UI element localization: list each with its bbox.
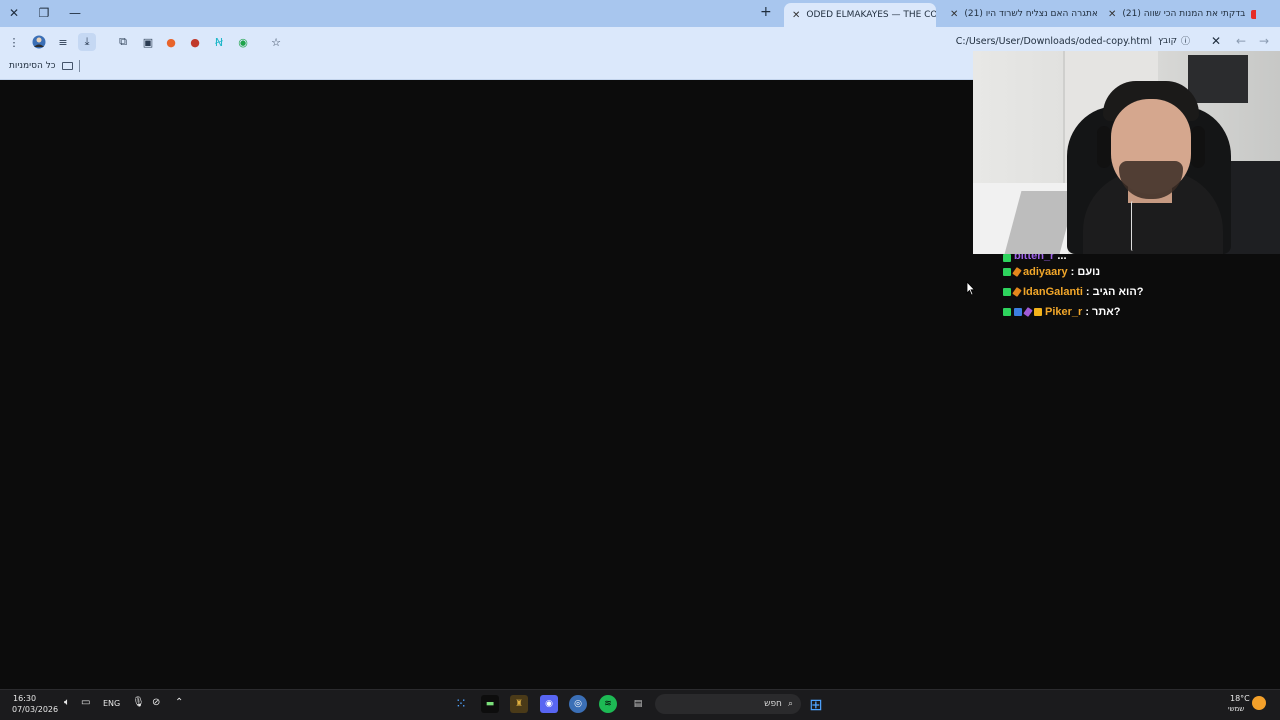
- gift-badge-icon: [1034, 308, 1042, 316]
- mouse-cursor-icon: [966, 281, 976, 296]
- minimize-window-icon[interactable]: —: [65, 4, 85, 22]
- menu-dots-icon[interactable]: ⋮: [5, 33, 23, 51]
- spotify-icon[interactable]: ≋: [599, 695, 617, 713]
- search-placeholder: חפש: [764, 699, 782, 709]
- extensions-icon[interactable]: ⧉: [114, 33, 132, 51]
- all-bookmarks-label: כל הסימניות: [9, 61, 56, 71]
- chat-overlay: bitten_r ... adiyaary : נועם IdanGalanti…: [1003, 254, 1273, 322]
- headphone-cable: [1131, 201, 1135, 251]
- tab-title: (21) אתגרה האם נצליח לשרוד היו: [964, 9, 1097, 19]
- close-tab-icon[interactable]: ✕: [950, 9, 958, 20]
- forward-arrow-icon[interactable]: →: [1259, 34, 1269, 48]
- sword-badge-icon: [1012, 267, 1022, 277]
- arrow-badge-icon: [1014, 308, 1022, 316]
- discord-icon[interactable]: ◉: [540, 695, 558, 713]
- file-explorer-icon[interactable]: ▤: [629, 695, 647, 713]
- chat-username: bitten_r: [1014, 254, 1055, 262]
- chat-message-text: : הוא הגיב?: [1085, 286, 1144, 298]
- weather-sun-icon[interactable]: [1252, 696, 1266, 710]
- youtube-icon: [1251, 9, 1256, 19]
- bookmark-star-icon[interactable]: ☆: [267, 33, 285, 51]
- tab-active[interactable]: ✕ ODED ELMAKAYES — THE COPY: [784, 3, 936, 27]
- address-bar-url[interactable]: C:/Users/User/Downloads/oded-copy.html: [956, 36, 1152, 47]
- headphone-left: [1097, 126, 1111, 168]
- volume-icon[interactable]: 🔈︎: [64, 697, 70, 708]
- chrome-icon[interactable]: ◎: [569, 695, 587, 713]
- all-bookmarks-button[interactable]: כל הסימניות: [9, 61, 73, 71]
- weather-description[interactable]: שמשי: [1228, 705, 1244, 713]
- extension-translate-icon[interactable]: Ꞥ: [210, 33, 228, 51]
- weather-temperature[interactable]: 18°C: [1230, 694, 1250, 703]
- folder-icon: [61, 62, 73, 70]
- chat-message-text: ...: [1057, 254, 1067, 262]
- chat-message-text: : אתר?: [1085, 306, 1121, 318]
- restore-window-icon[interactable]: ❐: [34, 4, 54, 22]
- back-arrow-icon[interactable]: ←: [1236, 34, 1246, 48]
- extension-avatar-icon[interactable]: ●: [186, 33, 204, 51]
- microphone-icon[interactable]: 🎙︎: [132, 697, 145, 708]
- chat-message: Piker_r : אתר?: [1003, 302, 1273, 322]
- camera-off-icon[interactable]: ⊘: [152, 697, 160, 708]
- network-icon[interactable]: ▭: [81, 697, 90, 708]
- clock-time[interactable]: 16:30: [13, 694, 36, 703]
- tray-chevron-icon[interactable]: ⌃: [175, 697, 183, 708]
- tab-2[interactable]: ✕ (21) אתגרה האם נצליח לשרוד היו: [942, 3, 1097, 25]
- new-tab-icon[interactable]: +: [760, 4, 772, 20]
- tab-title: ODED ELMAKAYES — THE COPY: [806, 10, 936, 20]
- sword-badge-icon: [1023, 307, 1033, 317]
- webcam-overlay: [973, 51, 1280, 254]
- chat-message-text: : נועם: [1070, 266, 1101, 278]
- file-chip-label: קובץ: [1158, 35, 1177, 46]
- profile-avatar-icon[interactable]: [30, 33, 48, 51]
- taskbar-search[interactable]: חפש ⌕: [655, 694, 801, 714]
- subscriber-badge-icon: [1003, 268, 1011, 276]
- terminal-app-icon[interactable]: ▬: [481, 695, 499, 713]
- tab-title: (21) בדקתי את המנות הכי שווה: [1122, 9, 1246, 19]
- app-grid-icon[interactable]: ⁙: [452, 695, 470, 713]
- chat-username: IdanGalanti: [1023, 286, 1083, 298]
- chat-username: Piker_r: [1045, 306, 1083, 318]
- stop-icon[interactable]: ✕: [1211, 34, 1221, 48]
- chat-username: adiyaary: [1023, 266, 1068, 278]
- language-indicator[interactable]: ENG: [103, 699, 120, 708]
- clock-date[interactable]: 07/03/2026: [12, 705, 58, 714]
- chat-message: adiyaary : נועם: [1003, 262, 1273, 282]
- reading-list-icon[interactable]: ≡: [54, 33, 72, 51]
- headphone-right: [1191, 126, 1205, 168]
- sword-badge-icon: [1012, 287, 1022, 297]
- download-icon[interactable]: ⤓: [78, 33, 96, 51]
- webcam-shelf: [1223, 161, 1280, 254]
- app-trophy-icon[interactable]: ♜: [510, 695, 528, 713]
- badge-icon: [1003, 254, 1011, 262]
- close-window-icon[interactable]: ✕: [4, 4, 24, 22]
- info-icon: ⓘ: [1180, 37, 1190, 47]
- close-tab-icon[interactable]: ✕: [792, 10, 800, 21]
- chat-message-partial: bitten_r ...: [1003, 254, 1273, 262]
- windows-start-icon[interactable]: ⊞: [807, 695, 825, 714]
- extension-orange-icon[interactable]: ●: [162, 33, 180, 51]
- chat-message: IdanGalanti : הוא הגיב?: [1003, 282, 1273, 302]
- grammarly-icon[interactable]: ◉: [234, 33, 252, 51]
- search-icon: ⌕: [787, 699, 793, 709]
- bookmarks-divider: [79, 60, 80, 72]
- close-tab-icon[interactable]: ✕: [1108, 9, 1116, 20]
- tab-1[interactable]: ✕ (21) בדקתי את המנות הכי שווה: [1100, 3, 1256, 25]
- screen-share-icon[interactable]: ▣: [139, 33, 157, 51]
- tab-strip: ✕ ❐ — + ✕ ODED ELMAKAYES — THE COPY ✕ (2…: [0, 0, 1280, 27]
- site-info-chip[interactable]: קובץ ⓘ: [1158, 34, 1190, 48]
- subscriber-badge-icon: [1003, 288, 1011, 296]
- subscriber-badge-icon: [1003, 308, 1011, 316]
- webcam-tv: [1188, 55, 1248, 103]
